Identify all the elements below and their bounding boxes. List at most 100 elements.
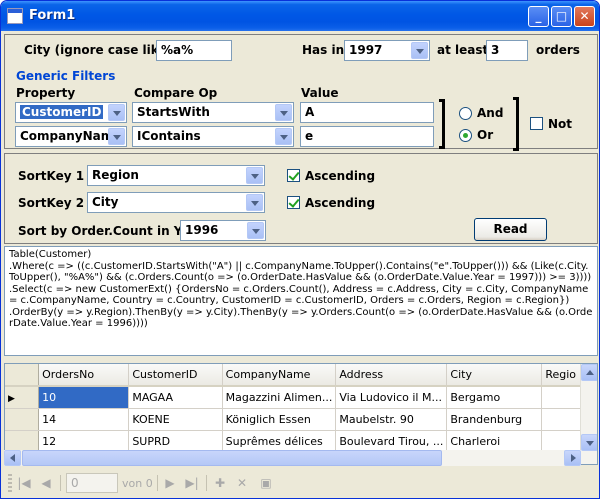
chevron-down-icon[interactable] (275, 104, 292, 121)
grid-cell[interactable]: Suprêmes délices (222, 430, 337, 453)
column-header[interactable]: CustomerID (128, 364, 223, 387)
generic-filters-header: Generic Filters (16, 69, 116, 83)
property-header: Property (16, 86, 76, 100)
sortkey1-combo[interactable]: Region (87, 165, 265, 186)
read-button[interactable]: Read (474, 218, 547, 241)
chevron-down-icon[interactable] (246, 167, 263, 184)
grid-cell[interactable]: Maubelstr. 90 (335, 408, 448, 431)
or-radio[interactable] (459, 129, 472, 142)
order-count-input[interactable]: 3 (486, 40, 528, 61)
chevron-down-icon[interactable] (246, 194, 263, 211)
order-year-combo-value: 1996 (185, 223, 219, 237)
vertical-scrollbar[interactable] (580, 364, 597, 464)
current-row-indicator[interactable]: ▶ (5, 386, 40, 409)
ascending-label-2: Ascending (305, 196, 376, 210)
chevron-down-icon[interactable] (108, 104, 125, 121)
orders-label: orders (536, 43, 580, 57)
chevron-down-icon[interactable] (411, 42, 428, 59)
table-row[interactable]: ▶ 10 MAGAA Magazzini Alimen... Via Ludov… (5, 386, 597, 409)
grid-cell[interactable]: Charleroi (446, 430, 543, 453)
sortkey2-combo[interactable]: City (87, 192, 265, 213)
toolbar-grip[interactable] (8, 474, 12, 492)
grid-cell[interactable]: MAGAA (128, 386, 223, 409)
grid-cell[interactable]: Magazzini Alimen... (222, 386, 337, 409)
city-input[interactable]: %a% (156, 40, 232, 61)
filter-panel: City (ignore case like) %a% Has in 1997 … (4, 34, 598, 151)
maximize-button[interactable]: □ (551, 6, 572, 27)
column-header[interactable]: CompanyName (222, 364, 337, 387)
value-input-2[interactable]: e (300, 126, 434, 147)
ascending-checkbox-2[interactable] (287, 196, 300, 209)
move-last-icon[interactable]: ▶| (184, 476, 200, 490)
grid-cell[interactable]: SUPRD (128, 430, 223, 453)
horizontal-scrollbar[interactable] (4, 450, 581, 466)
column-header[interactable]: City (446, 364, 543, 387)
order-year-combo[interactable]: 1996 (180, 220, 266, 241)
maximize-icon: □ (555, 9, 568, 23)
not-checkbox[interactable] (530, 117, 543, 130)
chevron-down-icon[interactable] (247, 222, 264, 239)
grid-cell[interactable]: 14 (38, 408, 130, 431)
minimize-button[interactable]: _ (528, 6, 549, 27)
and-label: And (477, 106, 504, 120)
grid-cell[interactable]: Via Ludovico il M... (335, 386, 448, 409)
property-combo-1-value: CustomerID (20, 105, 104, 119)
header-row: OrdersNo CustomerID CompanyName Address … (5, 364, 597, 387)
property-combo-2-value: CompanyName (20, 129, 122, 143)
and-radio[interactable] (459, 107, 472, 120)
add-new-icon[interactable]: ✚ (212, 476, 228, 490)
sort-by-order-count-label: Sort by Order.Count in Year (18, 224, 204, 238)
chevron-down-icon[interactable] (275, 128, 292, 145)
grid-cell[interactable]: Brandenburg (446, 408, 543, 431)
close-button[interactable]: ✕ (574, 6, 595, 27)
or-label: Or (477, 128, 494, 142)
move-next-icon[interactable]: ▶ (162, 476, 178, 490)
horizontal-scroll-thumb[interactable] (22, 450, 442, 466)
sortkey2-label: SortKey 2 (18, 196, 85, 210)
compare-op-combo-2[interactable]: IContains (132, 126, 294, 147)
scroll-up-icon[interactable] (581, 364, 597, 381)
compare-op-combo-1-value: StartsWith (137, 105, 210, 119)
has-in-label: Has in (302, 43, 345, 57)
row-header-corner (5, 364, 40, 387)
grid-cell[interactable]: 12 (38, 430, 130, 453)
delete-icon[interactable]: ✕ (234, 476, 250, 490)
row-header[interactable] (5, 430, 40, 453)
grid-cell[interactable]: KOENE (128, 408, 223, 431)
save-icon[interactable]: ▣ (258, 476, 274, 490)
ascending-checkbox-1[interactable] (287, 169, 300, 182)
sortkey1-label: SortKey 1 (18, 169, 85, 183)
sortkey2-combo-value: City (92, 195, 119, 209)
column-header[interactable]: Address (335, 364, 448, 387)
move-first-icon[interactable]: |◀ (16, 476, 32, 490)
table-row[interactable]: 14 KOENE Königlich Essen Maubelstr. 90 B… (5, 408, 597, 431)
query-text: Table(Customer) .Where(c => ((c.Customer… (9, 249, 593, 329)
minimize-icon: _ (535, 9, 542, 23)
grid-cell[interactable]: 10 (38, 386, 130, 409)
main-window: Form1 _ □ ✕ City (ignore case like) %a% … (0, 0, 600, 499)
title-bar: Form1 _ □ ✕ (1, 1, 599, 31)
scroll-right-icon[interactable] (564, 450, 581, 466)
toolbar-separator (60, 475, 61, 491)
grid-cell[interactable]: Bergamo (446, 386, 543, 409)
scroll-left-icon[interactable] (4, 450, 21, 466)
grid-cell[interactable]: Boulevard Tirou, ... (335, 430, 448, 453)
ascending-label-1: Ascending (305, 169, 376, 183)
year-combo[interactable]: 1997 (344, 40, 430, 61)
chevron-down-icon[interactable] (108, 128, 125, 145)
value-input-1[interactable]: A (300, 102, 434, 123)
table-row[interactable]: 12 SUPRD Suprêmes délices Boulevard Tiro… (5, 430, 597, 453)
row-header[interactable] (5, 408, 40, 431)
compare-op-combo-1[interactable]: StartsWith (132, 102, 294, 123)
scroll-down-icon[interactable] (581, 434, 597, 451)
property-combo-1[interactable]: CustomerID (15, 102, 127, 123)
grid-cell[interactable]: Königlich Essen (222, 408, 337, 431)
toolbar-separator (206, 475, 207, 491)
compare-op-header: Compare Op (134, 86, 218, 100)
move-previous-icon[interactable]: ◀ (38, 476, 54, 490)
property-combo-2[interactable]: CompanyName (15, 126, 127, 147)
column-header[interactable]: OrdersNo (38, 364, 130, 387)
query-textbox[interactable]: Table(Customer) .Where(c => ((c.Customer… (4, 246, 598, 356)
app-icon (7, 8, 23, 24)
position-input[interactable]: 0 (66, 473, 118, 493)
